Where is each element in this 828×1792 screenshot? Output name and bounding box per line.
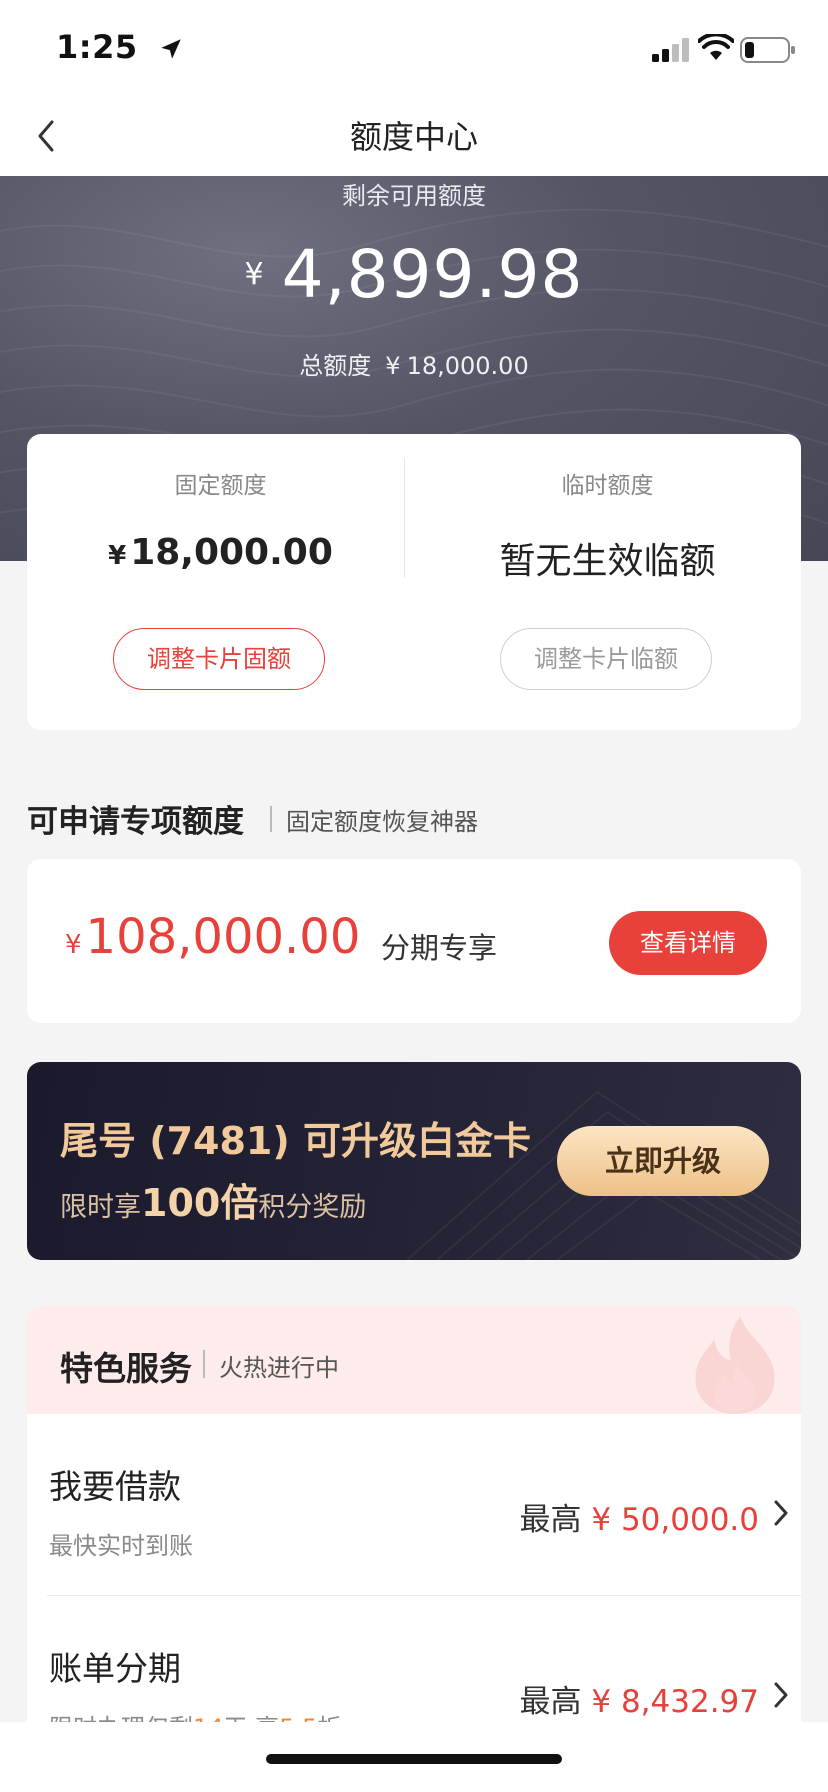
flame-icon [695,1316,775,1414]
available-credit-amount: ¥4,899.98 [0,236,828,313]
view-details-button[interactable]: 查看详情 [609,911,767,975]
currency-symbol: ¥ [244,257,264,292]
service-desc: 最快实时到账 [49,1532,193,1560]
wifi-icon [698,34,734,60]
service-name: 账单分期 [49,1649,181,1688]
title-separator [203,1350,205,1378]
service-row-installment[interactable]: 账单分期 限时办理仅剩14天 享5.5折 最高 ¥ 8,432.97 [27,1596,801,1726]
total-credit-value: 18,000.00 [406,352,529,380]
services-subtitle: 火热进行中 [219,1354,339,1382]
max-prefix: 最高 [519,1684,582,1720]
battery-icon [740,37,795,63]
special-limit-title: 可申请专项额度 [27,804,244,840]
nav-bar: 额度中心 [0,100,828,176]
special-limit-subtitle: 固定额度恢复神器 [286,808,478,836]
upgrade-multiplier: 100倍 [141,1181,259,1225]
fixed-limit-column: 固定额度 ¥18,000.00 调整卡片固额 [27,434,414,730]
currency-symbol: ¥ [108,541,127,571]
home-indicator-area [0,1722,828,1792]
temp-limit-label: 临时额度 [561,473,654,499]
max-amount-value: ¥ 50,000.0 [591,1502,759,1538]
fixed-limit-value: ¥18,000.00 [27,532,414,573]
status-bar: 1:25 [0,0,828,100]
service-name: 我要借款 [49,1467,181,1506]
special-limit-amount: ¥108,000.00 [65,909,360,965]
available-credit-label: 剩余可用额度 [342,182,486,210]
special-limit-desc: 分期专享 [381,931,498,965]
platinum-upgrade-banner[interactable]: 尾号 (7481) 可升级白金卡 限时享100倍积分奖励 立即升级 [27,1062,801,1260]
upgrade-subtitle: 限时享100倍积分奖励 [60,1172,366,1227]
upgrade-sub-prefix: 限时享 [60,1192,141,1223]
title-separator [270,806,272,832]
total-credit: 总额度 ¥18,000.00 [0,346,828,381]
currency-symbol: ¥ [65,930,82,960]
upgrade-now-button[interactable]: 立即升级 [557,1126,769,1196]
adjust-fixed-limit-button[interactable]: 调整卡片固额 [113,628,325,690]
limit-card: 固定额度 ¥18,000.00 调整卡片固额 临时额度 暂无生效临额 调整卡片临… [27,434,801,730]
fixed-limit-amount: 18,000.00 [130,532,333,573]
fixed-limit-label: 固定额度 [174,473,267,499]
upgrade-sub-suffix: 积分奖励 [258,1192,367,1223]
temp-limit-value: 暂无生效临额 [499,541,716,582]
column-divider [404,458,405,578]
home-indicator[interactable] [266,1754,562,1764]
services-header: 特色服务 火热进行中 [27,1306,801,1414]
currency-symbol: ¥ [385,352,401,380]
available-amount-value: 4,899.98 [281,236,584,313]
max-prefix: 最高 [519,1502,582,1538]
temp-limit-column: 临时额度 暂无生效临额 调整卡片临额 [414,434,801,730]
cellular-signal-icon [652,38,689,62]
total-credit-label: 总额度 [299,352,372,380]
special-limit-value: 108,000.00 [85,909,361,965]
location-arrow-icon [161,39,181,59]
service-max-amount: 最高 ¥ 8,432.97 [520,1676,759,1721]
upgrade-title: 尾号 (7481) 可升级白金卡 [60,1119,531,1163]
adjust-temp-limit-button[interactable]: 调整卡片临额 [500,628,712,690]
special-limit-card: ¥108,000.00 分期专享 查看详情 [27,859,801,1023]
status-time: 1:25 [56,28,138,66]
services-title: 特色服务 [60,1349,192,1388]
page-title: 额度中心 [349,118,478,156]
max-amount-value: ¥ 8,432.97 [591,1684,759,1720]
chevron-right-icon [774,1500,788,1526]
service-row-loan[interactable]: 我要借款 最快实时到账 最高 ¥ 50,000.0 [27,1414,801,1596]
chevron-right-icon [774,1682,788,1708]
featured-services: 特色服务 火热进行中 我要借款 最快实时到账 最高 ¥ 50,000.0 账单分… [27,1306,801,1726]
service-max-amount: 最高 ¥ 50,000.0 [520,1494,759,1539]
